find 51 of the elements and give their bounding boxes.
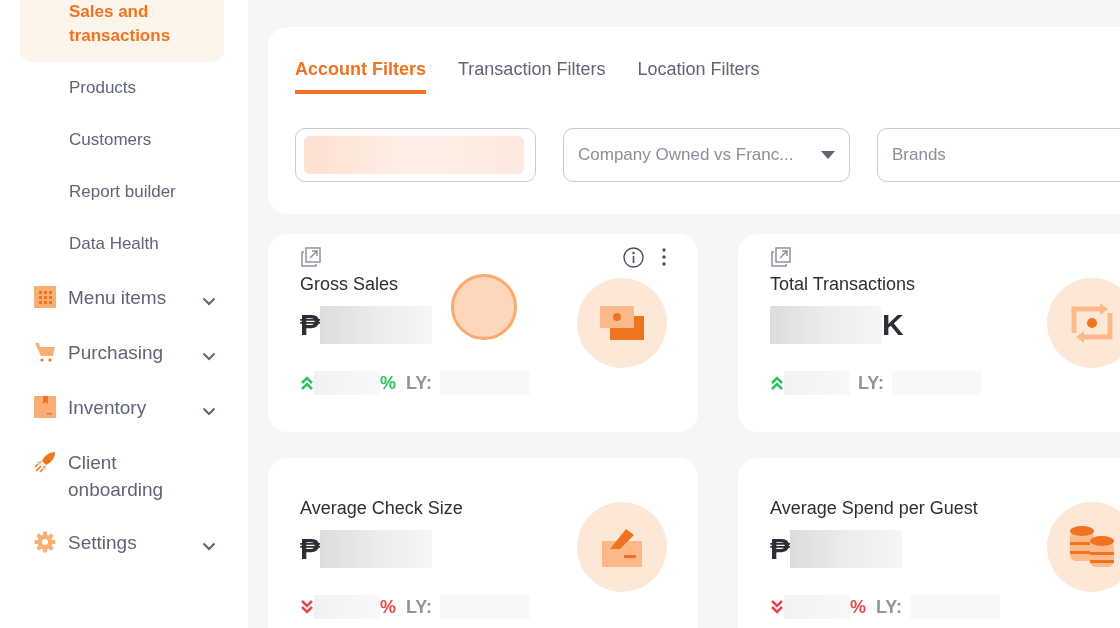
chevron-down-icon (202, 297, 216, 306)
dropdown-arrow-icon (821, 151, 835, 159)
chevron-down-icon (202, 542, 216, 551)
currency-symbol: ₱ (300, 308, 320, 342)
filter-tab[interactable]: Account Filters (295, 59, 427, 94)
redacted-change (784, 595, 850, 619)
sidebar-subitem[interactable]: Report builder (20, 180, 224, 204)
last-year-label: LY: (876, 596, 903, 618)
grid-icon (34, 286, 56, 308)
sidebar-item[interactable]: Settings (20, 529, 224, 558)
more-options-icon[interactable] (662, 248, 666, 266)
card-title: Gross Sales (300, 274, 400, 295)
card-title: Average Spend per Guest (770, 498, 979, 519)
coins-icon (1068, 525, 1116, 569)
chevron-down-icon (202, 407, 216, 416)
box-icon (34, 396, 56, 418)
cash-icon (600, 306, 644, 340)
redacted-change (314, 371, 380, 395)
expand-icon[interactable] (770, 246, 792, 268)
rocket-icon (34, 451, 56, 473)
sidebar-subitem[interactable]: Products (20, 76, 224, 100)
redacted-change (784, 371, 850, 395)
percent-sign: % (850, 596, 866, 618)
gear-icon (34, 531, 56, 553)
percent-sign: % (380, 596, 396, 618)
cart-icon (34, 341, 56, 363)
info-icon[interactable] (623, 246, 644, 268)
filter-tab[interactable]: Transaction Filters (458, 59, 606, 94)
last-year-label: LY: (406, 596, 433, 618)
brands-field[interactable]: Brands (877, 128, 1120, 182)
sidebar-subitem[interactable]: Data Health (20, 232, 224, 256)
sidebar-item[interactable]: Inventory (20, 394, 224, 423)
chevron-down-icon (202, 352, 216, 361)
redacted-change (314, 595, 380, 619)
card-title: Total Transactions (770, 274, 917, 295)
sidebar-item[interactable]: Purchasing (20, 339, 224, 368)
percent-sign: % (380, 372, 396, 394)
currency-symbol: ₱ (770, 532, 790, 566)
currency-symbol: ₱ (300, 532, 320, 566)
value-suffix: K (882, 308, 904, 342)
last-year-label: LY: (858, 372, 884, 394)
filter-tab[interactable]: Location Filters (637, 59, 760, 94)
card-title: Average Check Size (300, 498, 464, 519)
repeat-icon (1070, 303, 1114, 343)
sidebar-item[interactable]: Client onboarding (20, 449, 224, 503)
last-year-label: LY: (406, 372, 433, 394)
sidebar-subitem[interactable]: Customers (20, 128, 224, 152)
sidebar-item[interactable]: Menu items (20, 284, 224, 313)
dropdown-field[interactable]: Company Owned vs Franc... (563, 128, 850, 182)
redacted-field[interactable] (295, 128, 536, 182)
expand-icon[interactable] (300, 246, 322, 268)
